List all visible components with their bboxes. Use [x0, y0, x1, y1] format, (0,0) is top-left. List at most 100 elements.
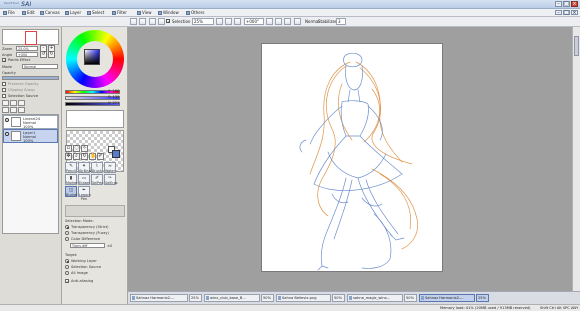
selection-source-checkbox[interactable]: [2, 94, 6, 98]
zoom-reset-icon[interactable]: [234, 18, 241, 25]
redo-icon[interactable]: [139, 18, 146, 25]
select-rect-icon[interactable]: ▫: [65, 145, 72, 152]
menu-select[interactable]: Select: [87, 10, 104, 15]
radio-working-layer[interactable]: [65, 259, 69, 263]
nav-angle-field[interactable]: +000: [16, 52, 38, 57]
tool-marker[interactable]: ▮ Marker: [65, 174, 78, 185]
scratchpad[interactable]: [66, 110, 124, 128]
tool-selpen[interactable]: ✐ SelPen: [91, 174, 103, 185]
hand-icon[interactable]: ✋: [89, 153, 96, 160]
primary-color-swatch[interactable]: [112, 150, 120, 158]
document-tab[interactable]: sahna_magic_winx...: [347, 294, 403, 302]
antialias-checkbox[interactable]: ✓: [65, 279, 69, 284]
radio-transparency-fuzzy[interactable]: [65, 231, 69, 235]
tool-water-label: Water: [105, 169, 116, 173]
tool-brush[interactable]: ⌇ Brush: [91, 162, 103, 173]
rotate-right-icon[interactable]: [275, 18, 282, 25]
doc-restore-button[interactable]: □: [563, 10, 570, 16]
zoom-select[interactable]: 25%: [192, 18, 214, 25]
app-logo: PaintTool SAI: [4, 1, 31, 8]
document-tab[interactable]: Sahna Believix.png: [276, 294, 331, 302]
document-icon: [421, 296, 424, 300]
tool-seleraser-label: SelEras: [105, 181, 118, 185]
tool-seleraser[interactable]: ✑ SelEras: [104, 174, 118, 185]
paints-effect-checkbox[interactable]: ✓: [2, 58, 6, 63]
radio-transparency-strict[interactable]: [65, 225, 69, 229]
rotate-icon[interactable]: ↻: [81, 153, 88, 160]
new-folder-icon[interactable]: [10, 100, 17, 106]
zoom-icon[interactable]: ⌕: [73, 153, 80, 160]
tool-scroll-strip[interactable]: [65, 205, 125, 217]
tool-airbrush[interactable]: ✦ AirBrush: [78, 162, 93, 173]
flip-icon[interactable]: [294, 18, 301, 25]
undo-icon[interactable]: [130, 18, 137, 25]
rotate-reset-icon[interactable]: [284, 18, 291, 25]
invert-selection-icon[interactable]: [158, 18, 165, 25]
navigator-preview[interactable]: [2, 29, 59, 45]
new-layer-icon[interactable]: [2, 100, 9, 106]
preserve-opacity-checkbox[interactable]: [2, 82, 6, 86]
layer-item[interactable]: Lineart24 Normal 100%: [3, 115, 58, 129]
menu-others[interactable]: Others: [186, 10, 204, 15]
minimize-button[interactable]: –: [555, 1, 562, 7]
tool-legacy-pen[interactable]: ✒ Legacy Pen: [78, 186, 91, 201]
nav-rotate-left-icon[interactable]: ↺: [40, 51, 47, 58]
doc-close-button[interactable]: ×: [571, 10, 578, 16]
opacity-slider[interactable]: [2, 76, 59, 80]
radio-all-image[interactable]: [65, 271, 69, 275]
eyedropper-icon[interactable]: ✐: [97, 153, 104, 160]
tool-legacy-pen-label: Legacy Pen: [79, 193, 92, 201]
menu-layer[interactable]: Layer: [65, 10, 81, 15]
nav-rotate-right-icon[interactable]: ↻: [48, 51, 55, 58]
menu-edit[interactable]: Edit: [22, 10, 35, 15]
saturation-value-square[interactable]: [84, 49, 100, 65]
tool-water[interactable]: ≈ Water: [104, 162, 116, 173]
mode-select[interactable]: Normal: [22, 64, 58, 69]
move-icon[interactable]: ✥: [65, 153, 72, 160]
document-icon: [206, 296, 209, 300]
document-tab[interactable]: winx_club_base_B...: [204, 294, 260, 302]
deselect-icon[interactable]: [149, 18, 156, 25]
canvas-area[interactable]: [128, 27, 580, 291]
stabilizer-select[interactable]: 3: [336, 18, 346, 25]
menu-canvas[interactable]: Canvas: [40, 10, 60, 15]
menu-filter[interactable]: Filter: [112, 10, 127, 15]
radio-selection-source[interactable]: [65, 265, 69, 269]
document-tab-active[interactable]: Sahnaz Harmonix2....: [419, 294, 475, 302]
rotation-field[interactable]: +000°: [244, 18, 264, 25]
menu-file[interactable]: File: [3, 10, 15, 15]
magic-wand-icon[interactable]: ✧: [81, 145, 88, 152]
tool-bucket[interactable]: ◫ Bucket: [65, 186, 78, 197]
vertical-scrollbar[interactable]: [572, 27, 580, 291]
lasso-icon[interactable]: ◌: [73, 145, 80, 152]
new-linework-icon[interactable]: [18, 100, 25, 106]
menu-view[interactable]: View: [137, 10, 152, 15]
tool-marker-label: Marker: [66, 181, 78, 185]
selection-label: Selection: [172, 19, 191, 24]
zoom-out-icon[interactable]: [216, 18, 223, 25]
close-button[interactable]: ×: [571, 1, 578, 7]
delete-layer-icon[interactable]: [18, 107, 25, 113]
menu-window[interactable]: Window: [158, 10, 179, 15]
tool-eraser[interactable]: ▭ Eraser: [78, 174, 90, 185]
navigator-viewport[interactable]: [25, 31, 37, 45]
merge-down-icon[interactable]: [2, 107, 9, 113]
menu-filter-icon: [112, 10, 116, 15]
nav-zoom-field[interactable]: 25.0%: [16, 46, 38, 51]
clipping-group-checkbox[interactable]: [2, 88, 6, 92]
visibility-eye-icon[interactable]: [5, 118, 9, 122]
zoom-in-icon[interactable]: [225, 18, 232, 25]
trans-diff-select[interactable]: Trans diff: [70, 243, 105, 248]
layer-item[interactable]: Layer1 Normal 100%: [3, 129, 58, 143]
clear-layer-icon[interactable]: [10, 107, 17, 113]
drawing-canvas[interactable]: [262, 44, 442, 271]
doc-minimize-button[interactable]: –: [555, 10, 562, 16]
radio-color-difference[interactable]: [65, 237, 69, 241]
tool-pencil[interactable]: ✎ Pencil: [65, 162, 77, 173]
rotate-left-icon[interactable]: [266, 18, 273, 25]
vertical-scroll-thumb[interactable]: [574, 36, 579, 56]
visibility-eye-icon[interactable]: [5, 132, 9, 136]
document-tab[interactable]: Sahnaz Harmonix2....: [130, 294, 188, 302]
selection-checkbox[interactable]: ✓: [166, 19, 170, 24]
maximize-button[interactable]: □: [563, 1, 570, 7]
